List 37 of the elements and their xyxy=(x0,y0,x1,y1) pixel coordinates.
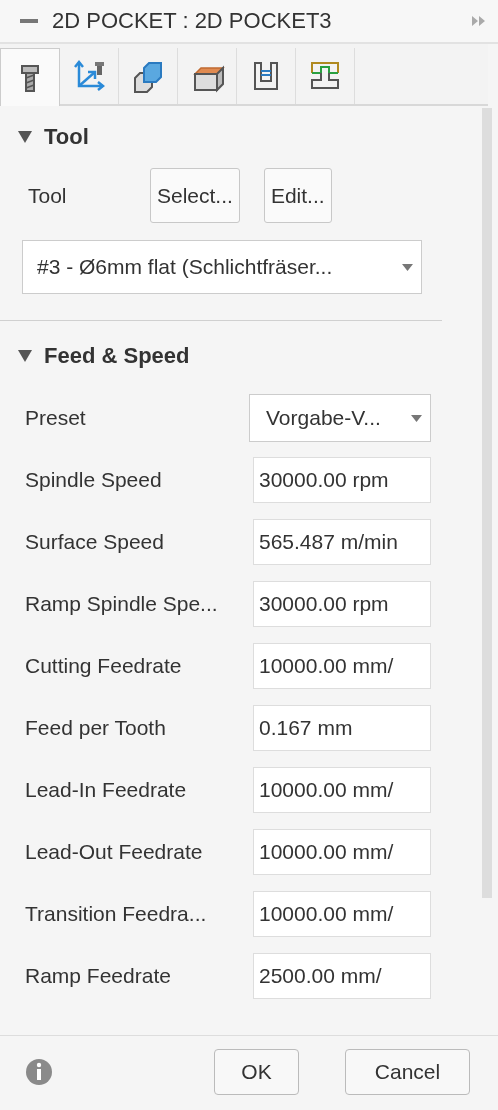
tool-button[interactable]: Select... xyxy=(150,168,240,223)
scrollbar[interactable] xyxy=(482,108,492,898)
preset-dropdown[interactable]: Vorgabe-V... xyxy=(249,394,431,442)
field-label: Lead-Out Feedrate xyxy=(25,840,204,864)
input-field[interactable]: 565.487 m/min xyxy=(253,519,431,565)
input-field[interactable]: 2500.00 mm/ xyxy=(253,953,431,999)
ok-button[interactable]: OK xyxy=(214,1049,299,1095)
tool-dropdown[interactable]: #3 - Ø6mm flat (Schlichtfräser... xyxy=(22,240,422,294)
collapse-icon[interactable] xyxy=(18,350,32,362)
field-label: Surface Speed xyxy=(25,530,165,554)
axes-icon xyxy=(71,58,107,94)
input-field[interactable]: 10000.00 mm/ xyxy=(253,643,431,689)
input-field[interactable]: 10000.00 mm/ xyxy=(253,829,431,875)
field-label: Transition Feedra... xyxy=(25,902,208,926)
input-field[interactable]: 10000.00 mm/ xyxy=(253,767,431,813)
input-field[interactable]: 30000.00 rpm xyxy=(253,457,431,503)
section-title: Tool xyxy=(44,124,89,150)
tool-button[interactable]: Edit... xyxy=(263,168,332,223)
window-title: 2D POCKET : 2D POCKET3 xyxy=(52,8,332,34)
collapse-icon[interactable] xyxy=(18,131,32,143)
field-label: Feed per Tooth xyxy=(25,716,167,740)
caret-icon xyxy=(402,263,413,271)
input-field[interactable]: 10000.00 mm/ xyxy=(253,891,431,937)
input-field[interactable]: 0.167 mm xyxy=(253,705,431,751)
field-label: Lead-In Feedrate xyxy=(25,778,188,802)
field-label: Cutting Feedrate xyxy=(25,654,183,678)
field-label: Preset xyxy=(25,406,87,430)
caret-icon xyxy=(411,414,422,422)
tool-label: Tool xyxy=(28,183,68,208)
field-label: Ramp Feedrate xyxy=(25,964,172,988)
section-title: Feed & Speed xyxy=(44,343,190,369)
info-icon[interactable] xyxy=(25,1058,53,1086)
tab[interactable] xyxy=(0,48,60,106)
input-field[interactable]: 30000.00 rpm xyxy=(253,581,431,627)
cancel-button[interactable]: Cancel xyxy=(345,1049,470,1095)
field-label: Spindle Speed xyxy=(25,468,163,492)
field-label: Ramp Spindle Spe... xyxy=(25,592,219,616)
